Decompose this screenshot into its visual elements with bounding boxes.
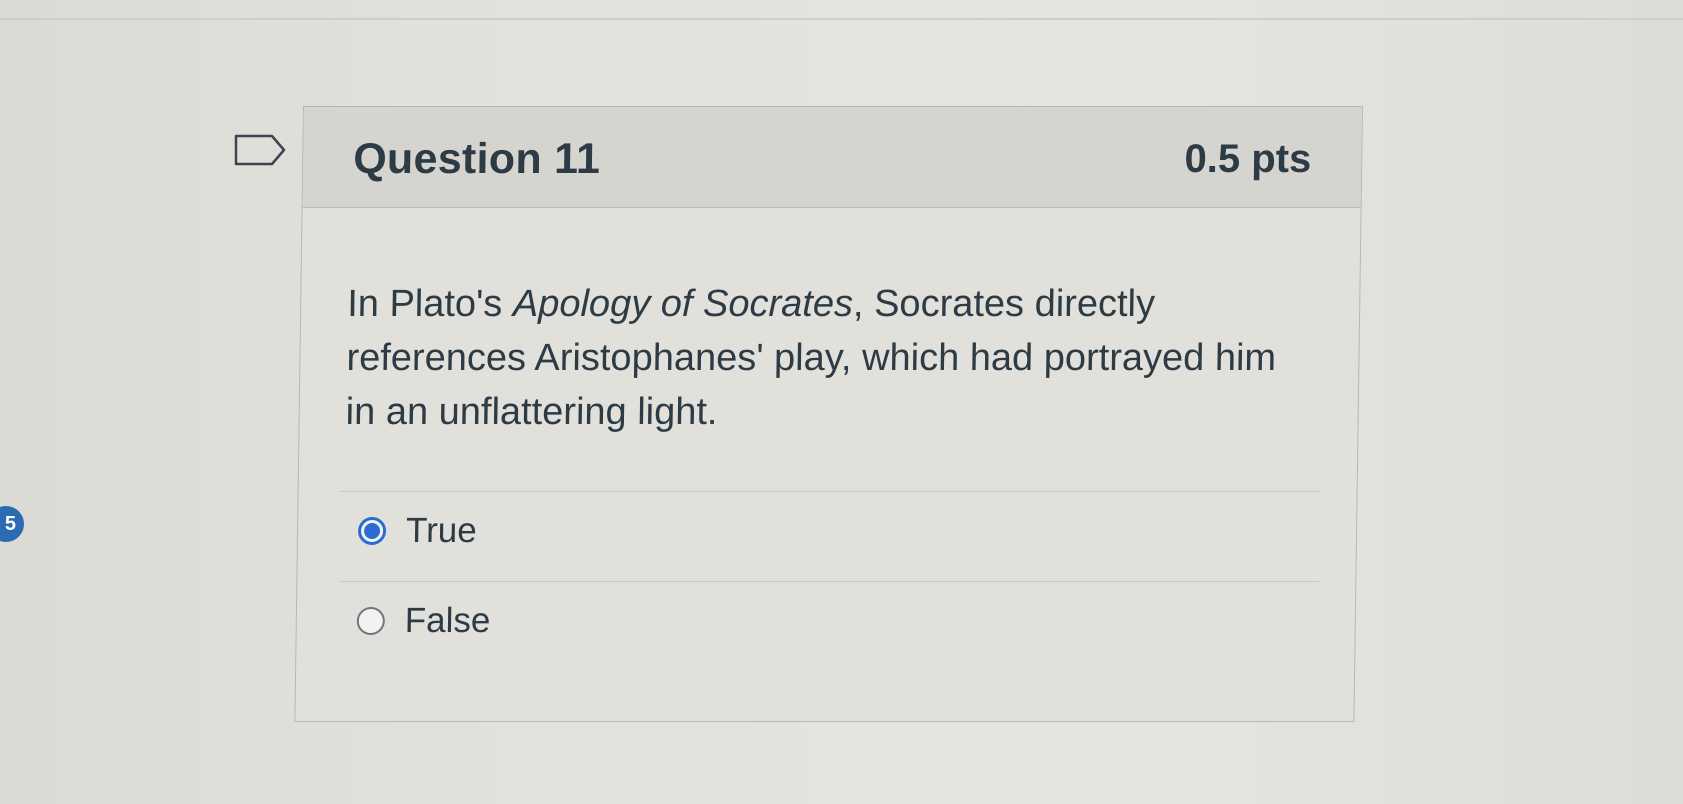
question-header: Question 11 0.5 pts bbox=[302, 107, 1362, 208]
answer-option-false[interactable]: False bbox=[356, 597, 491, 645]
answer-divider bbox=[339, 581, 1320, 582]
question-text: In Plato's Apology of Socrates, Socrates… bbox=[345, 277, 1307, 439]
radio-false[interactable] bbox=[356, 607, 386, 635]
work-title: Apology of Socrates bbox=[512, 283, 854, 325]
question-title: Question 11 bbox=[352, 135, 601, 183]
question-points: 0.5 pts bbox=[1184, 137, 1312, 181]
flag-question-icon[interactable] bbox=[234, 134, 286, 166]
question-text-part: In Plato's bbox=[346, 283, 514, 325]
answer-divider bbox=[340, 491, 1321, 492]
answer-label: True bbox=[405, 511, 478, 550]
top-divider bbox=[0, 18, 1683, 20]
answer-option-true[interactable]: True bbox=[357, 507, 478, 555]
radio-true[interactable] bbox=[357, 517, 387, 545]
answer-label: False bbox=[404, 601, 491, 640]
question-card: Question 11 0.5 pts In Plato's Apology o… bbox=[294, 106, 1364, 722]
side-badge[interactable]: 5 bbox=[0, 506, 24, 542]
